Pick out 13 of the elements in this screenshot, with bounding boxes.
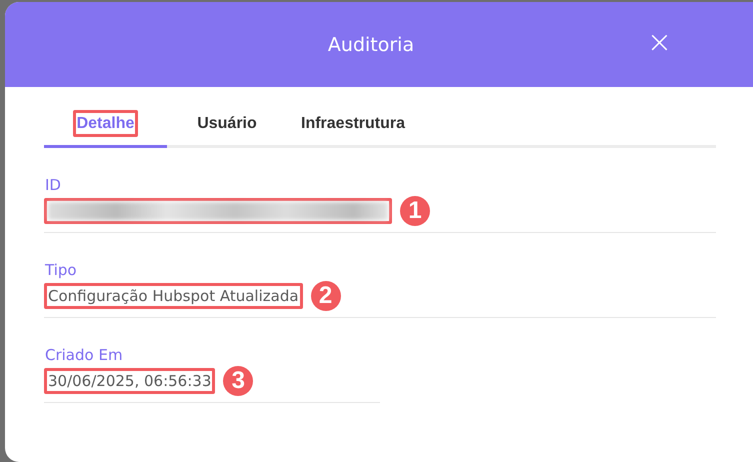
callout-number: 2: [310, 281, 341, 311]
callout-number: 3: [223, 366, 254, 396]
field-value: 30/06/2025, 06:56:33: [44, 368, 216, 394]
field-label: Criado Em: [45, 346, 124, 364]
tab[interactable]: Detalhe: [44, 107, 167, 148]
tab[interactable]: Usuário: [167, 107, 287, 148]
tab[interactable]: Infraestrutura: [287, 107, 437, 148]
callout-number: 1: [400, 196, 430, 226]
field-label: Tipo: [45, 261, 78, 279]
field-label: ID: [45, 176, 62, 194]
field-value: Configuração Hubspot Atualizada: [44, 283, 303, 309]
close-button[interactable]: ×: [642, 28, 676, 58]
dialog-title: Auditoria: [328, 34, 414, 56]
